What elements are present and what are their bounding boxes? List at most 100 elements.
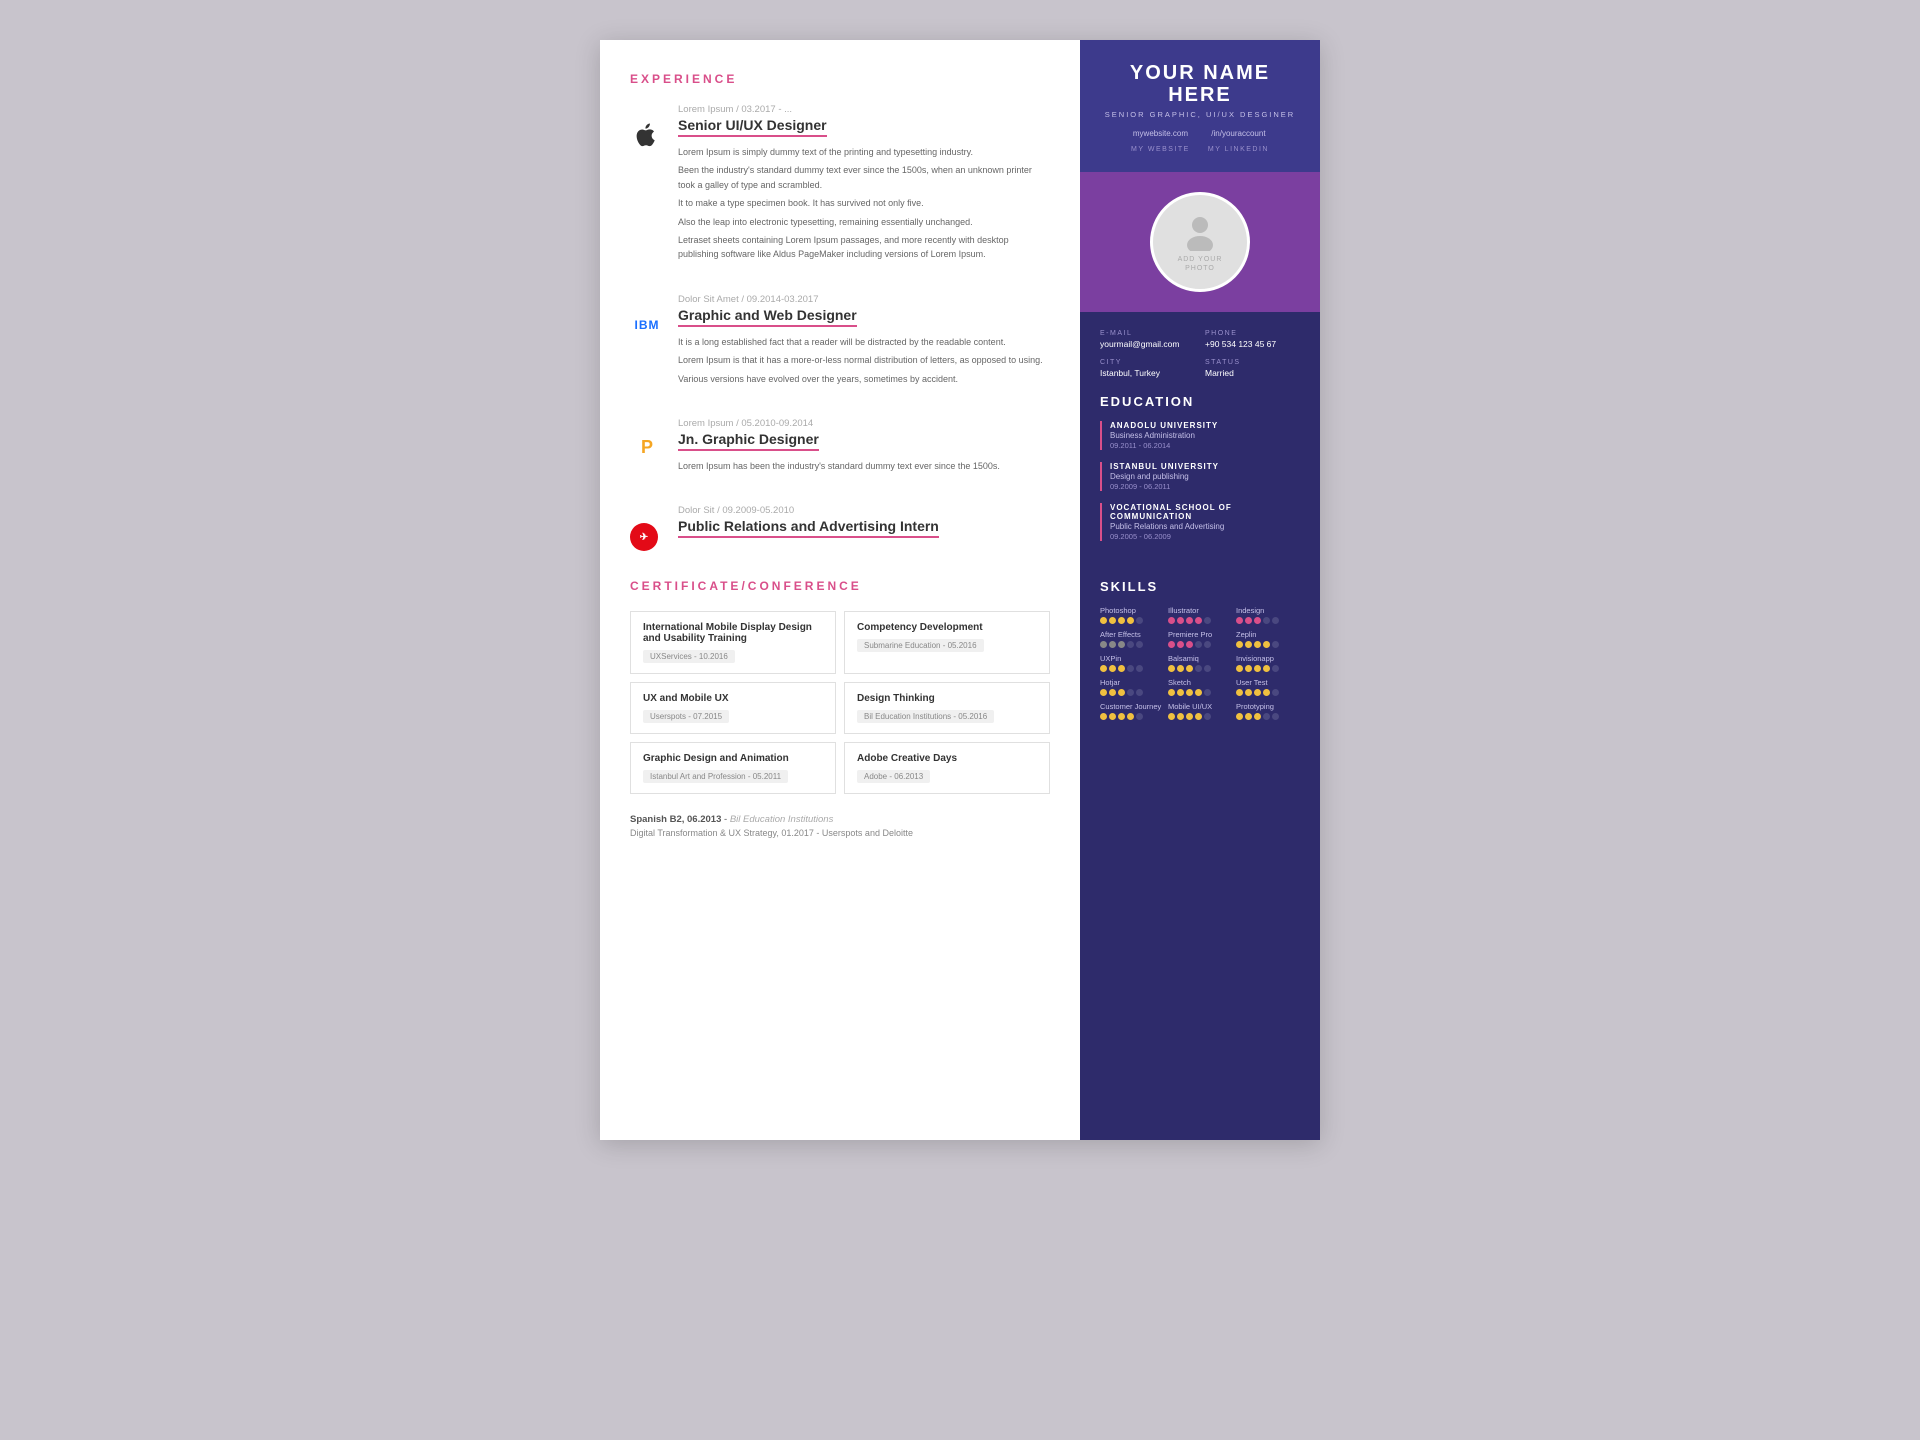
skill-item: Sketch — [1168, 678, 1232, 696]
exp-desc: Lorem Ipsum is simply dummy text of the … — [678, 145, 1050, 262]
dot-filled — [1118, 713, 1125, 720]
dot-empty — [1204, 641, 1211, 648]
skill-dots — [1236, 713, 1300, 720]
dot-filled — [1177, 713, 1184, 720]
dot-empty — [1127, 665, 1134, 672]
dot-filled — [1236, 641, 1243, 648]
skill-item: Premiere Pro — [1168, 630, 1232, 648]
dot-filled — [1177, 617, 1184, 624]
skill-name: After Effects — [1100, 630, 1164, 639]
cert-card: International Mobile Display Design and … — [630, 611, 836, 674]
language-school: Bil Education Institutions — [730, 814, 834, 825]
skill-name: Mobile UI/UX — [1168, 702, 1232, 711]
dot-empty — [1272, 713, 1279, 720]
experience-title: EXPERIENCE — [630, 72, 1050, 86]
edu-dept: Public Relations and Advertising — [1110, 522, 1300, 531]
dot-empty — [1195, 641, 1202, 648]
skill-dots — [1168, 665, 1232, 672]
dot-filled — [1109, 617, 1116, 624]
skill-name: Photoshop — [1100, 606, 1164, 615]
exp-meta: Lorem Ipsum / 05.2010-09.2014 — [678, 418, 1000, 429]
dot-filled — [1245, 713, 1252, 720]
dot-filled — [1263, 665, 1270, 672]
skill-dots — [1100, 665, 1164, 672]
dot-filled — [1118, 665, 1125, 672]
dot-empty — [1263, 617, 1270, 624]
dot-filled — [1236, 689, 1243, 696]
exp-meta: Dolor Sit Amet / 09.2014-03.2017 — [678, 294, 1043, 305]
dot-filled — [1186, 617, 1193, 624]
photo-circle: ADD YOUR PHOTO — [1150, 192, 1250, 292]
dot-filled — [1168, 641, 1175, 648]
dot-filled — [1100, 641, 1107, 648]
dot-filled — [1263, 641, 1270, 648]
skill-name: Sketch — [1168, 678, 1232, 687]
dot-filled — [1168, 665, 1175, 672]
exp-title: Public Relations and Advertising Intern — [678, 518, 939, 538]
skill-name: Prototyping — [1236, 702, 1300, 711]
cert-name: Design Thinking — [857, 693, 1037, 704]
skill-item: Zeplin — [1236, 630, 1300, 648]
dot-filled — [1186, 665, 1193, 672]
cert-name: Adobe Creative Days — [857, 753, 1037, 764]
skills-grid: Photoshop Illustrator Indesign After Eff… — [1100, 606, 1300, 720]
skill-dots — [1168, 689, 1232, 696]
education-section: ANADOLU UNIVERSITY Business Administrati… — [1100, 421, 1300, 541]
edu-school: VOCATIONAL SCHOOL OF COMMUNICATION — [1110, 503, 1300, 521]
dot-filled — [1254, 617, 1261, 624]
skill-name: Zeplin — [1236, 630, 1300, 639]
linkedin-url: /in/youraccount — [1208, 129, 1269, 138]
photo-section: ADD YOUR PHOTO — [1080, 172, 1320, 312]
contact-grid: E-MAIL yourmail@gmail.com PHONE +90 534 … — [1100, 330, 1300, 378]
dot-filled — [1168, 713, 1175, 720]
exp-title: Graphic and Web Designer — [678, 307, 857, 327]
dot-empty — [1204, 617, 1211, 624]
cert-name: Graphic Design and Animation — [643, 753, 823, 764]
skill-dots — [1100, 689, 1164, 696]
dot-filled — [1186, 689, 1193, 696]
dot-filled — [1118, 641, 1125, 648]
email-value: yourmail@gmail.com — [1100, 339, 1195, 349]
dot-filled — [1127, 713, 1134, 720]
dot-filled — [1100, 617, 1107, 624]
experience-item: ✈ Dolor Sit / 09.2009-05.2010 Public Rel… — [630, 505, 1050, 551]
dot-empty — [1127, 641, 1134, 648]
linkedin-link: /in/youraccount MY LINKEDIN — [1208, 129, 1269, 156]
exp-meta: Dolor Sit / 09.2009-05.2010 — [678, 505, 939, 516]
skill-name: Illustrator — [1168, 606, 1232, 615]
dot-filled — [1177, 665, 1184, 672]
website-link: mywebsite.com MY WEBSITE — [1131, 129, 1190, 156]
status-field: STATUS Married — [1205, 359, 1300, 378]
cert-name: International Mobile Display Design and … — [643, 622, 823, 644]
contact-links: mywebsite.com MY WEBSITE /in/youraccount… — [1100, 129, 1300, 156]
cert-card: Design Thinking Bil Education Institutio… — [844, 682, 1050, 734]
candidate-name: YOUR NAME HERE — [1100, 62, 1300, 106]
dot-filled — [1100, 713, 1107, 720]
dot-empty — [1272, 641, 1279, 648]
skill-dots — [1236, 617, 1300, 624]
city-field: CITY Istanbul, Turkey — [1100, 359, 1195, 378]
dot-filled — [1177, 641, 1184, 648]
skill-name: Balsamiq — [1168, 654, 1232, 663]
cert-name: UX and Mobile UX — [643, 693, 823, 704]
dot-filled — [1168, 689, 1175, 696]
dot-filled — [1195, 617, 1202, 624]
dot-filled — [1245, 689, 1252, 696]
exp-desc: Lorem Ipsum has been the industry's stan… — [678, 459, 1000, 473]
skill-item: Indesign — [1236, 606, 1300, 624]
website-label: MY WEBSITE — [1131, 146, 1190, 153]
skill-name: User Test — [1236, 678, 1300, 687]
dot-filled — [1254, 713, 1261, 720]
edu-dept: Business Administration — [1110, 431, 1300, 440]
edu-dates: 09.2005 - 06.2009 — [1110, 532, 1300, 541]
phone-value: +90 534 123 45 67 — [1205, 339, 1300, 349]
dot-filled — [1245, 641, 1252, 648]
exp-logo: ✈ — [630, 505, 664, 551]
dot-filled — [1109, 641, 1116, 648]
skill-name: UXPin — [1100, 654, 1164, 663]
contact-section: E-MAIL yourmail@gmail.com PHONE +90 534 … — [1080, 312, 1320, 563]
status-label: STATUS — [1205, 359, 1300, 366]
dot-filled — [1109, 713, 1116, 720]
skill-name: Hotjar — [1100, 678, 1164, 687]
skill-item: User Test — [1236, 678, 1300, 696]
